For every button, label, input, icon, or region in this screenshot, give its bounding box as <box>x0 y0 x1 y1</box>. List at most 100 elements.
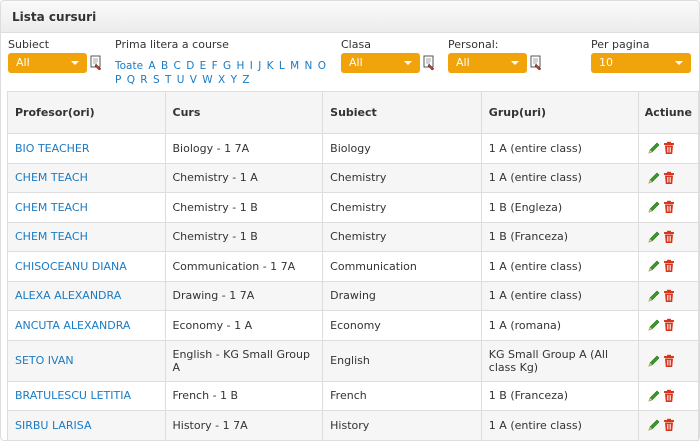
teacher-cell[interactable]: BRATULESCU LETITIA <box>7 380 166 411</box>
letter-filter: Toate A B C D E F G H I J K L M N O P Q … <box>115 59 337 87</box>
pencil-icon[interactable] <box>647 389 661 403</box>
group-cell: 1 B (Franceza) <box>480 380 639 411</box>
teacher-cell[interactable]: SETO IVAN <box>7 339 166 382</box>
subject-filter-label: Subiect <box>8 38 50 51</box>
per-page-select[interactable]: 10 <box>591 53 691 73</box>
subject-cell: Economy <box>322 310 482 341</box>
table-row: CHEM TEACH Chemistry - 1 A Chemistry 1 A (e… <box>7 162 700 193</box>
table-row: BRATULESCU LETITIA French - 1 B French 1 B … <box>7 380 700 411</box>
trash-icon[interactable] <box>662 318 676 332</box>
letter-filter-link[interactable]: L <box>279 60 285 72</box>
letter-filter-link[interactable]: C <box>174 60 181 72</box>
staff-select-value: All <box>456 56 470 69</box>
per-page-select-value: 10 <box>599 56 613 69</box>
letter-filter-link[interactable]: Q <box>127 74 135 86</box>
letter-filter-link[interactable]: V <box>190 74 197 86</box>
trash-icon[interactable] <box>662 200 676 214</box>
pencil-icon[interactable] <box>647 200 661 214</box>
letter-filter-link[interactable]: B <box>161 60 168 72</box>
subject-cell: English <box>322 339 482 382</box>
group-cell: 1 B (Franceza) <box>480 221 639 252</box>
pencil-icon[interactable] <box>647 230 661 244</box>
pencil-icon[interactable] <box>647 171 661 185</box>
subject-cell: Drawing <box>322 280 482 311</box>
letter-filter-link[interactable]: W <box>202 74 212 86</box>
eraser-icon[interactable] <box>529 55 543 71</box>
pencil-icon[interactable] <box>647 289 661 303</box>
letter-filter-link[interactable]: S <box>153 74 160 86</box>
teacher-cell[interactable]: CHEM TEACH <box>7 221 166 252</box>
teacher-cell[interactable]: SIRBU LARISA <box>7 410 166 441</box>
trash-icon[interactable] <box>662 418 676 432</box>
trash-icon[interactable] <box>662 289 676 303</box>
teacher-cell[interactable]: CHISOCEANU DIANA <box>7 251 166 282</box>
letter-filter-link[interactable]: E <box>200 60 207 72</box>
subject-cell: Chemistry <box>322 162 482 193</box>
letter-filter-link[interactable]: R <box>140 74 147 86</box>
teacher-cell[interactable]: CHEM TEACH <box>7 192 166 223</box>
action-cell <box>637 339 700 382</box>
letter-filter-link[interactable]: Z <box>242 74 249 86</box>
pencil-icon[interactable] <box>647 354 661 368</box>
letter-filter-link[interactable]: H <box>237 60 245 72</box>
class-select[interactable]: All <box>341 53 420 73</box>
table-row: ANCUTA ALEXANDRA Economy - 1 A Economy 1 A … <box>7 310 700 341</box>
chevron-down-icon <box>511 61 519 65</box>
pencil-icon[interactable] <box>647 418 661 432</box>
letter-filter-link[interactable]: J <box>258 60 261 72</box>
letter-filter-link[interactable]: Y <box>231 74 237 86</box>
action-cell <box>637 162 700 193</box>
trash-icon[interactable] <box>662 389 676 403</box>
course-cell: Economy - 1 A <box>164 310 324 341</box>
trash-icon[interactable] <box>662 141 676 155</box>
letter-filter-link[interactable]: K <box>267 60 274 72</box>
col-header-group: Grup(uri) <box>480 91 639 134</box>
trash-icon[interactable] <box>662 171 676 185</box>
letter-filter-link[interactable]: U <box>177 74 185 86</box>
letter-filter-link[interactable]: A <box>148 60 155 72</box>
group-cell: 1 A (entire class) <box>480 133 639 164</box>
pencil-icon[interactable] <box>647 141 661 155</box>
table-body: BIO TEACHER Biology - 1 7A Biology 1 A (ent… <box>7 133 700 441</box>
pencil-icon[interactable] <box>647 318 661 332</box>
teacher-cell[interactable]: ANCUTA ALEXANDRA <box>7 310 166 341</box>
letter-filter-all[interactable]: Toate <box>115 60 143 72</box>
table-row: CHEM TEACH Chemistry - 1 B Chemistry 1 B (E… <box>7 192 700 223</box>
table-row: ALEXA ALEXANDRA Drawing - 1 7A Drawing 1 A … <box>7 280 700 311</box>
action-cell <box>637 310 700 341</box>
letter-filter-link[interactable]: T <box>165 74 171 86</box>
eraser-icon[interactable] <box>89 55 103 71</box>
group-cell: KG Small Group A (All class Kg) <box>480 339 639 382</box>
courses-table: Profesor(ori) Curs Subiect Grup(uri) Act… <box>7 91 700 441</box>
letter-filter-link[interactable]: X <box>218 74 225 86</box>
letter-filter-label: Prima litera a course <box>115 38 229 51</box>
letter-filter-link[interactable]: O <box>318 60 326 72</box>
teacher-cell[interactable]: BIO TEACHER <box>7 133 166 164</box>
staff-select[interactable]: All <box>448 53 527 73</box>
trash-icon[interactable] <box>662 354 676 368</box>
class-filter-label: Clasa <box>341 38 371 51</box>
courses-panel: Lista cursuri Subiect All Prima litera a… <box>0 0 700 441</box>
action-cell <box>637 410 700 441</box>
teacher-cell[interactable]: CHEM TEACH <box>7 162 166 193</box>
eraser-icon[interactable] <box>422 55 436 71</box>
table-header-row: Profesor(ori) Curs Subiect Grup(uri) Act… <box>7 91 700 134</box>
teacher-cell[interactable]: ALEXA ALEXANDRA <box>7 280 166 311</box>
trash-icon[interactable] <box>662 259 676 273</box>
trash-icon[interactable] <box>662 230 676 244</box>
letter-filter-link[interactable]: G <box>223 60 231 72</box>
subject-select-value: All <box>16 56 30 69</box>
letter-filter-link[interactable]: I <box>250 60 253 72</box>
action-cell <box>637 221 700 252</box>
pencil-icon[interactable] <box>647 259 661 273</box>
subject-select[interactable]: All <box>8 53 87 73</box>
letter-filter-link[interactable]: M <box>290 60 299 72</box>
table-row: SIRBU LARISA History - 1 7A History 1 A (en… <box>7 410 700 441</box>
letter-filter-link[interactable]: F <box>212 60 218 72</box>
letter-filter-link[interactable]: D <box>186 60 194 72</box>
course-cell: Biology - 1 7A <box>164 133 324 164</box>
table-row: CHEM TEACH Chemistry - 1 B Chemistry 1 B (F… <box>7 221 700 252</box>
letter-filter-link[interactable]: P <box>115 74 121 86</box>
group-cell: 1 B (Engleza) <box>480 192 639 223</box>
letter-filter-link[interactable]: N <box>305 60 313 72</box>
